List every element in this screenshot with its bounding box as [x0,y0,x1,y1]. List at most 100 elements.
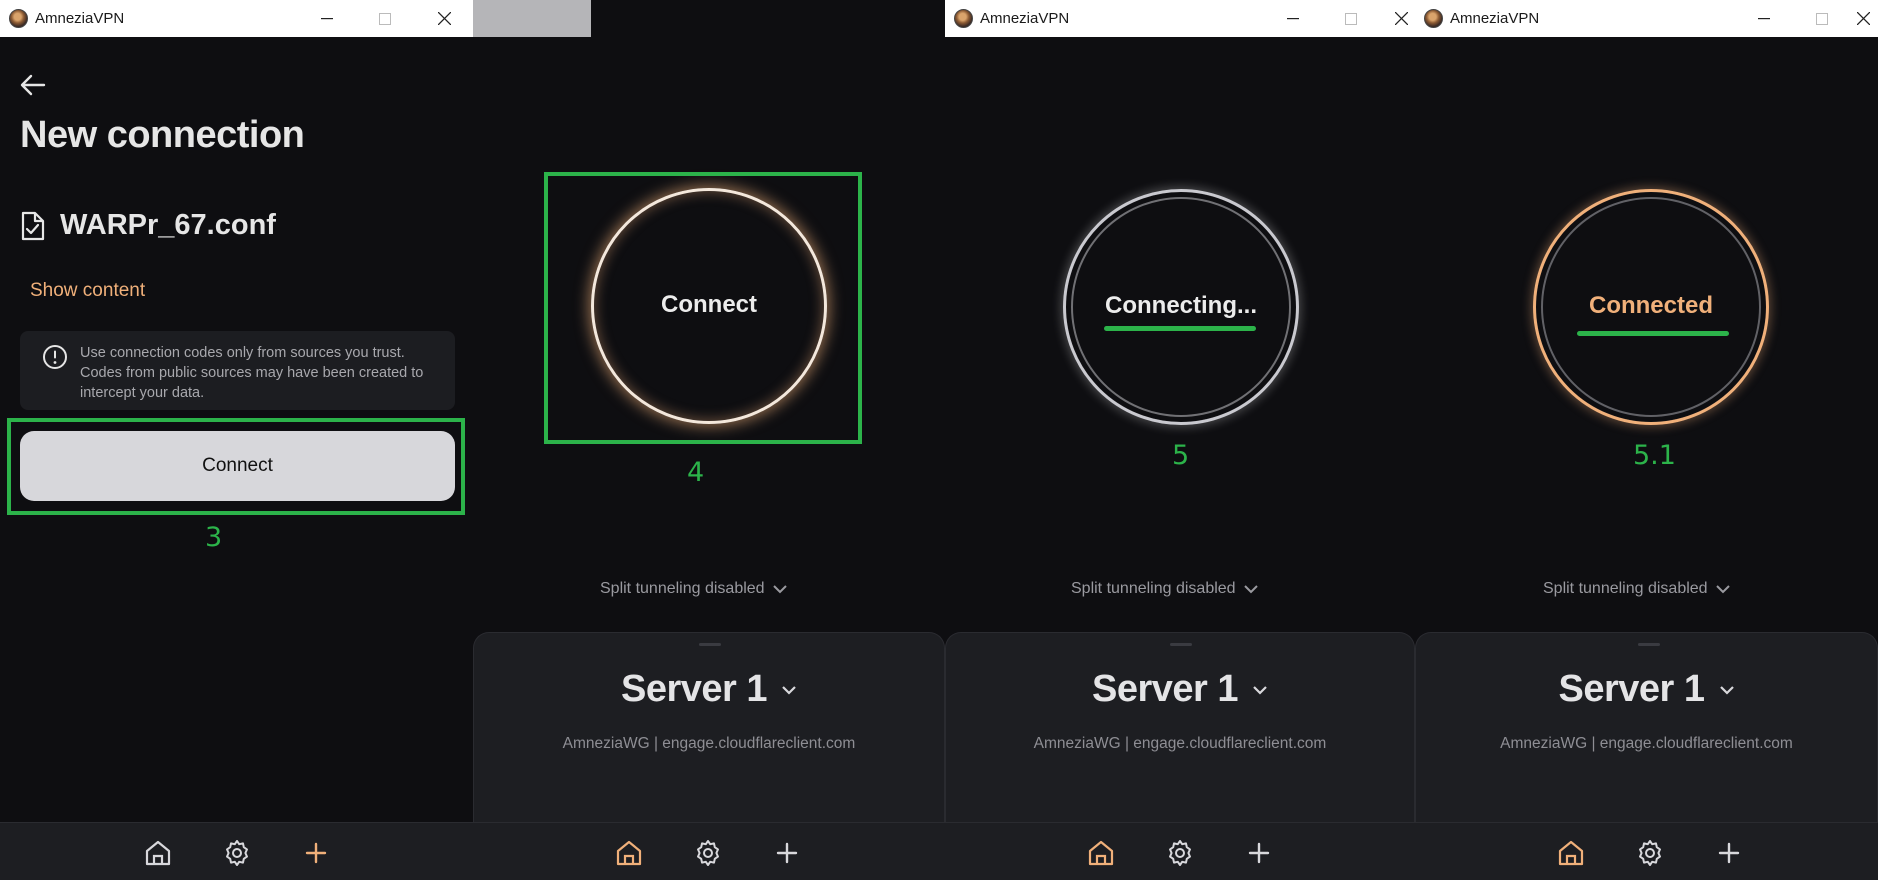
background-window-strip [591,0,945,37]
nav-add[interactable] [771,837,803,869]
plus-icon [1248,842,1270,864]
chevron-down-icon [772,584,787,593]
annotation-box-3 [7,418,465,515]
server-protocol-host: AmneziaWG | engage.cloudflareclient.com [1500,735,1793,752]
app-logo-icon [1424,9,1443,28]
title-bar: AmneziaVPN [0,0,473,37]
server-selector[interactable]: Server 1 [1416,668,1877,711]
nav-settings[interactable] [1634,837,1666,869]
arrow-left-icon [20,74,46,96]
drawer-handle[interactable] [1638,643,1660,646]
minimize-button[interactable] [1270,0,1316,37]
window-title: AmneziaVPN [980,10,1070,27]
bottom-nav [945,822,1415,880]
split-tunneling-label: Split tunneling disabled [1071,580,1236,597]
close-button[interactable] [1849,0,1878,37]
ring-label: Connecting... [1105,292,1257,319]
back-button[interactable] [20,74,50,100]
window-title: AmneziaVPN [35,10,125,27]
title-bar: AmneziaVPN [1415,0,1878,37]
annotation-box-4 [544,172,862,444]
annotation-number-4: 4 [687,457,705,488]
maximize-button[interactable] [362,0,408,37]
chevron-down-icon [1243,584,1258,593]
home-icon [145,840,171,866]
file-check-icon [20,211,46,241]
server-selector[interactable]: Server 1 [474,668,944,711]
bottom-nav [1415,822,1878,880]
annotation-number-3: 3 [205,522,223,553]
info-circle-icon [42,344,68,370]
window-home-connecting: AmneziaVPN Connecting... 5 Split tunneli… [945,0,1415,880]
config-file-name: WARPr_67.conf [60,209,276,241]
plus-icon [1718,842,1740,864]
chevron-down-icon [1253,685,1267,695]
nav-home[interactable] [142,837,174,869]
chevron-down-icon [1719,685,1734,695]
app-logo-icon [9,9,28,28]
window-home-connected: AmneziaVPN Connected 5.1 Split tunneling… [1415,0,1878,880]
nav-home[interactable] [1555,837,1587,869]
plus-icon [776,842,798,864]
gear-icon [1169,840,1191,866]
title-bar: AmneziaVPN [945,0,1415,37]
annotation-underline [1577,331,1729,336]
server-name: Server 1 [620,668,768,710]
nav-settings[interactable] [1164,837,1196,869]
annotation-number-5-1: 5.1 [1633,440,1676,471]
home-icon [616,840,642,866]
nav-settings[interactable] [692,837,724,869]
minimize-button[interactable] [1741,0,1787,37]
gear-icon [697,840,719,866]
server-protocol-host: AmneziaWG | engage.cloudflareclient.com [1033,735,1327,752]
server-drawer[interactable]: Server 1 AmneziaWG | engage.cloudflarecl… [945,632,1415,822]
warning-text: Use connection codes only from sources y… [80,345,424,401]
plus-icon [305,842,327,864]
home-icon [1088,840,1114,866]
window-title: AmneziaVPN [1450,10,1540,27]
home-icon [1558,840,1584,866]
close-button[interactable] [1387,0,1415,37]
show-content-link[interactable]: Show content [30,280,145,302]
nav-add[interactable] [1713,837,1745,869]
nav-home[interactable] [1085,837,1117,869]
connecting-ring[interactable]: Connecting... [1063,189,1299,425]
chevron-down-icon [1715,584,1730,593]
drawer-handle[interactable] [1170,643,1192,646]
page-title: New connection [20,114,305,156]
nav-add[interactable] [300,837,332,869]
bottom-nav [0,822,473,880]
close-button[interactable] [421,0,467,37]
gear-icon [226,840,248,866]
chevron-down-icon [782,685,796,695]
background-window-strip [473,0,591,37]
server-drawer[interactable]: Server 1 AmneziaWG | engage.cloudflarecl… [1415,632,1878,822]
bottom-nav [473,822,945,880]
app-logo-icon [954,9,973,28]
connected-ring-button[interactable]: Connected [1533,189,1769,425]
split-tunneling-label: Split tunneling disabled [1543,580,1708,597]
server-name: Server 1 [1091,668,1239,710]
window-new-connection: AmneziaVPN New connection WARPr_67.conf … [0,0,473,880]
split-tunneling-label: Split tunneling disabled [600,580,765,597]
server-name: Server 1 [1558,668,1705,710]
window-home-disconnected: Connect 4 Split tunneling disabled Serve… [473,0,945,880]
gear-icon [1639,840,1661,866]
minimize-button[interactable] [304,0,350,37]
nav-add[interactable] [1243,837,1275,869]
nav-settings[interactable] [221,837,253,869]
drawer-handle[interactable] [699,643,721,646]
split-tunneling-dropdown[interactable]: Split tunneling disabled [1071,580,1258,598]
annotation-number-5: 5 [1172,440,1190,471]
ring-label: Connected [1588,292,1713,319]
maximize-button[interactable] [1328,0,1374,37]
nav-home[interactable] [613,837,645,869]
warning-banner: Use connection codes only from sources y… [20,331,455,410]
server-drawer[interactable]: Server 1 AmneziaWG | engage.cloudflarecl… [473,632,945,822]
server-protocol-host: AmneziaWG | engage.cloudflareclient.com [562,735,856,752]
split-tunneling-dropdown[interactable]: Split tunneling disabled [600,580,787,598]
annotation-underline [1104,326,1256,331]
maximize-button[interactable] [1799,0,1845,37]
split-tunneling-dropdown[interactable]: Split tunneling disabled [1543,580,1730,598]
server-selector[interactable]: Server 1 [946,668,1414,711]
